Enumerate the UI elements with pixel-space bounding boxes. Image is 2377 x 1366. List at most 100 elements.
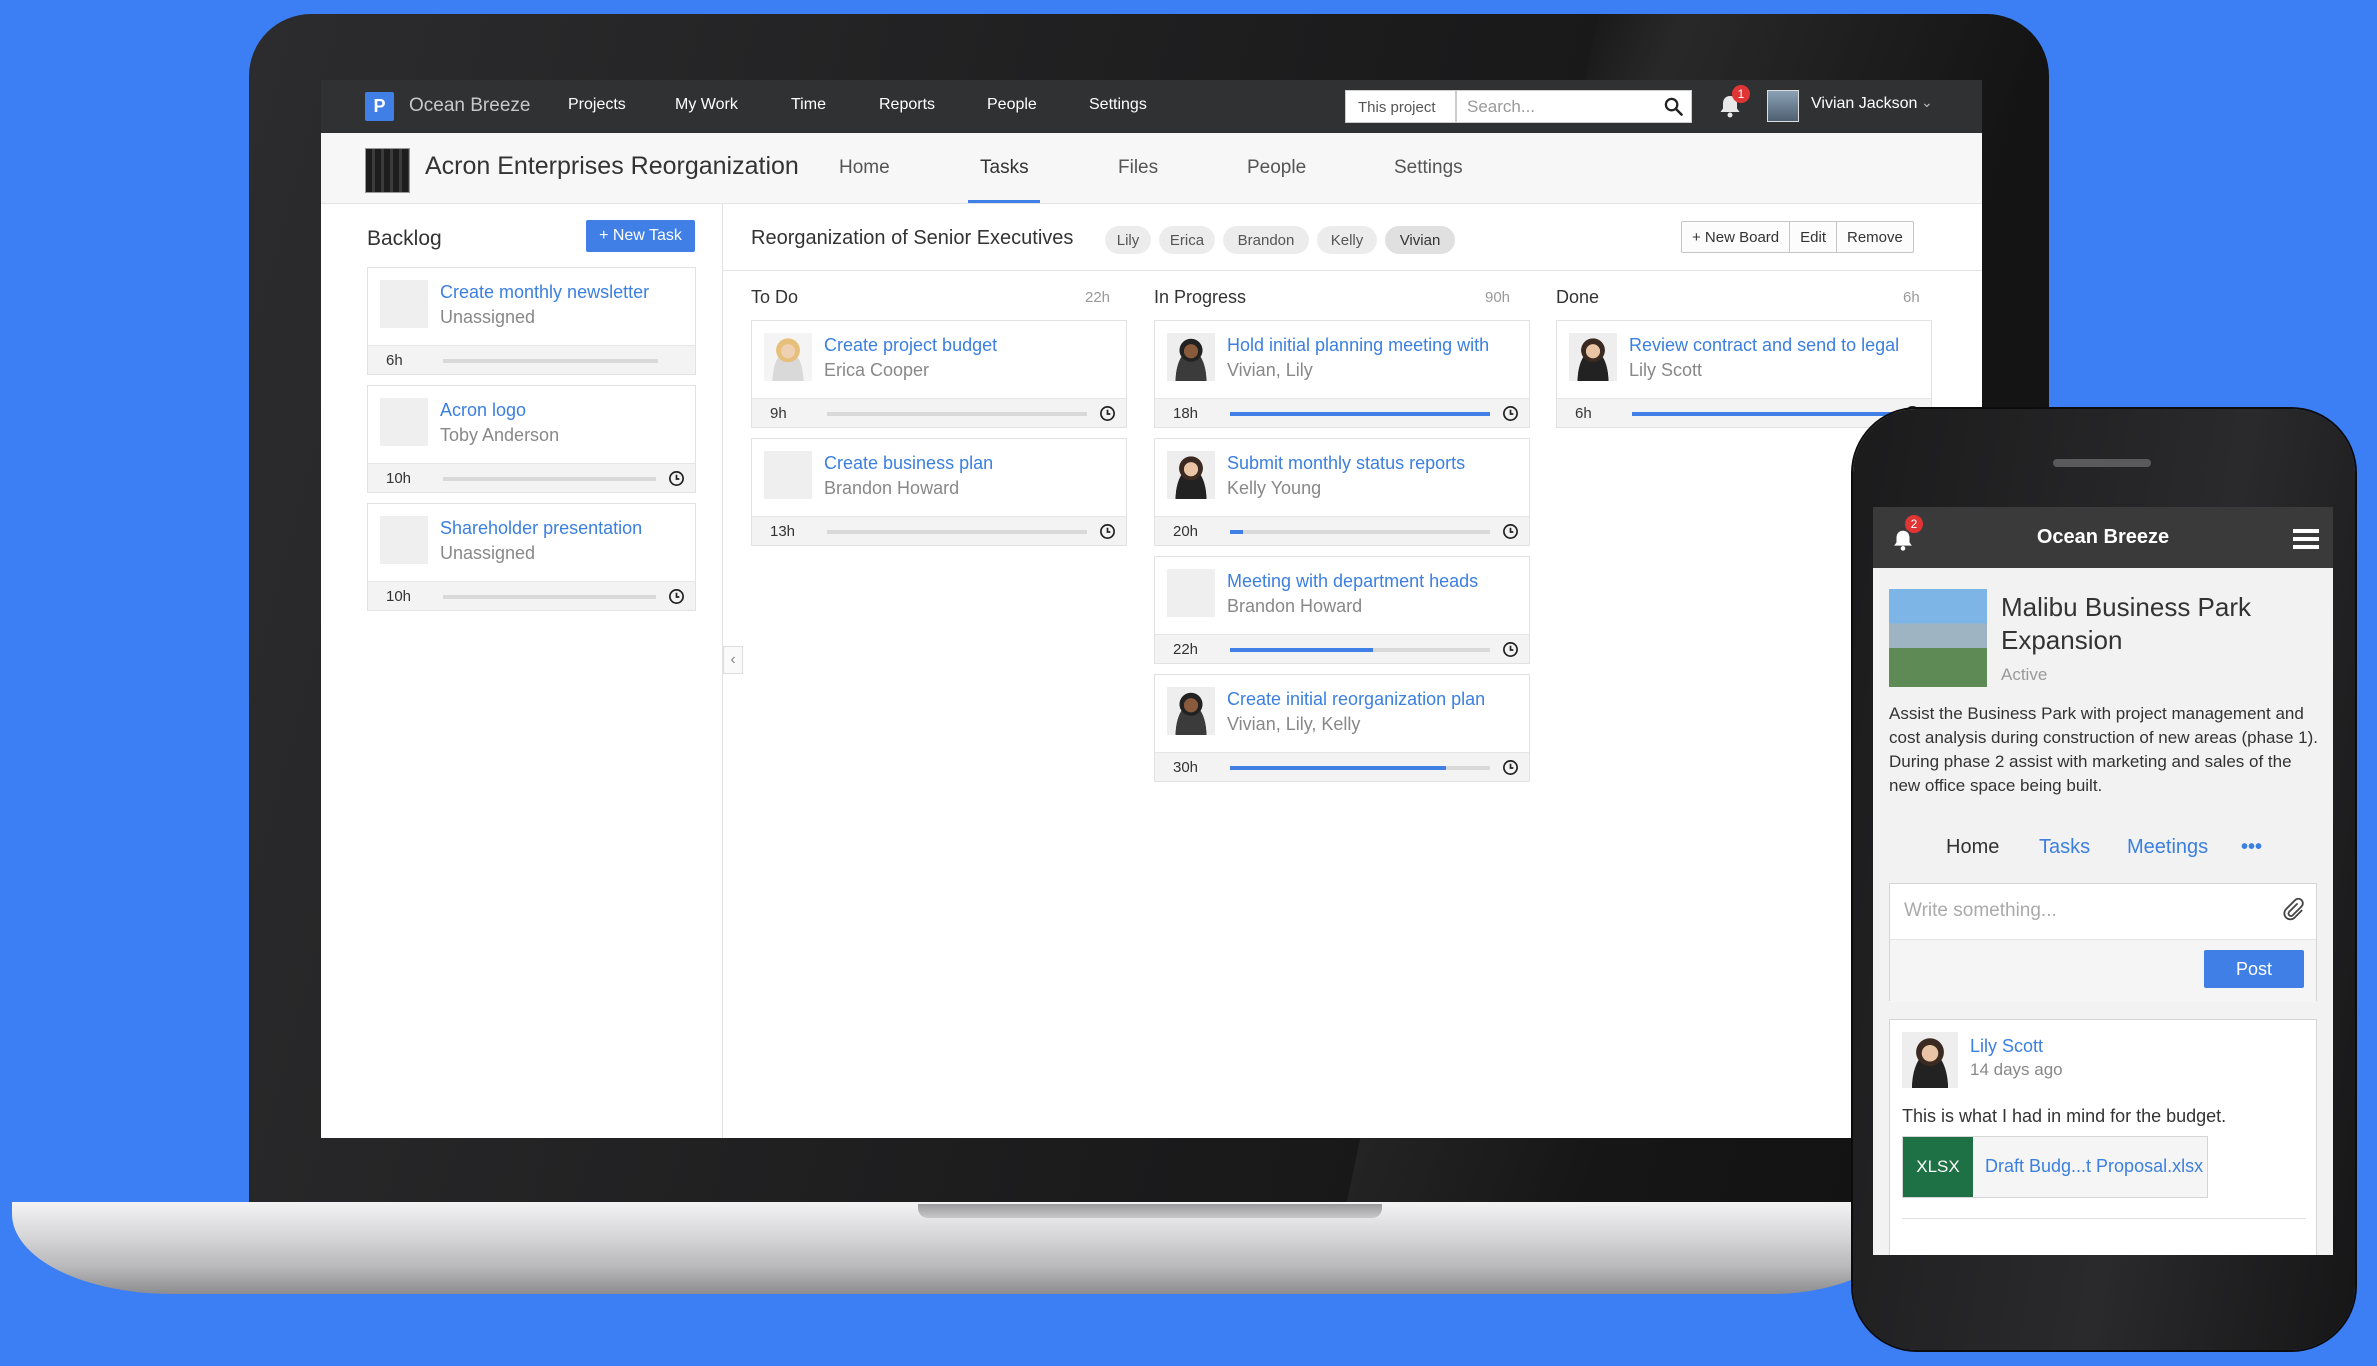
task-card[interactable]: Meeting with department heads Brandon Ho… xyxy=(1154,556,1530,664)
new-task-button[interactable]: + New Task xyxy=(586,220,695,252)
column-hours-in-progress: 90h xyxy=(1485,289,1511,306)
board-title: Reorganization of Senior Executives xyxy=(751,227,1074,249)
tab-home[interactable]: Home xyxy=(1946,836,1999,859)
task-title[interactable]: Create project budget xyxy=(824,335,997,356)
filter-chip-vivian[interactable]: Vivian xyxy=(1385,226,1455,254)
avatar xyxy=(764,451,812,499)
avatar xyxy=(1569,333,1617,381)
edit-button[interactable]: Edit xyxy=(1790,222,1837,252)
post-button[interactable]: Post xyxy=(2204,950,2304,988)
task-card[interactable]: Create project budget Erica Cooper 9h xyxy=(751,320,1127,428)
avatar-placeholder xyxy=(380,516,428,564)
task-card[interactable]: Acron logo Toby Anderson 10h xyxy=(367,385,696,493)
task-title[interactable]: Review contract and send to legal xyxy=(1629,335,1924,356)
task-card[interactable]: Create initial reorganization plan Vivia… xyxy=(1154,674,1530,782)
nav-projects[interactable]: Projects xyxy=(568,96,626,114)
clock-icon[interactable] xyxy=(668,470,685,487)
task-hours: 30h xyxy=(1173,759,1199,776)
nav-reports[interactable]: Reports xyxy=(879,96,935,114)
task-title[interactable]: Create monthly newsletter xyxy=(440,282,649,303)
avatar xyxy=(1167,451,1215,499)
filter-chip-kelly[interactable]: Kelly xyxy=(1317,226,1377,254)
project-summary: Malibu Business Park Expansion Active As… xyxy=(1873,568,2333,873)
app-logo[interactable]: P xyxy=(365,92,394,121)
task-title[interactable]: Create business plan xyxy=(824,453,993,474)
paperclip-icon[interactable] xyxy=(2282,898,2304,922)
task-card[interactable]: Hold initial planning meeting with Vivia… xyxy=(1154,320,1530,428)
progress-fill xyxy=(1230,530,1243,534)
tab-tasks[interactable]: Tasks xyxy=(980,157,1029,179)
progress-fill xyxy=(1632,412,1892,416)
menu-icon[interactable] xyxy=(2293,528,2319,550)
attachment-name[interactable]: Draft Budg...t Proposal.xlsx xyxy=(1985,1156,2203,1177)
progress-bar xyxy=(1230,412,1490,416)
nav-time[interactable]: Time xyxy=(791,96,826,114)
task-hours: 10h xyxy=(386,588,412,605)
task-card[interactable]: Create business plan Brandon Howard 13h xyxy=(751,438,1127,546)
task-footer: 10h xyxy=(368,463,695,492)
progress-fill xyxy=(1230,412,1490,416)
divider xyxy=(723,270,1982,271)
filter-chip-lily[interactable]: Lily xyxy=(1105,226,1151,254)
feed-item: Lily Scott 14 days ago This is what I ha… xyxy=(1889,1019,2317,1255)
search-input[interactable]: Search... xyxy=(1456,90,1692,123)
remove-button[interactable]: Remove xyxy=(1837,222,1913,252)
tab-files[interactable]: Files xyxy=(1118,157,1158,179)
task-card[interactable]: Submit monthly status reports Kelly Youn… xyxy=(1154,438,1530,546)
board-actions: + New Board Edit Remove xyxy=(1681,221,1914,253)
write-field[interactable]: Write something... xyxy=(1890,884,2316,940)
tab-people[interactable]: People xyxy=(1247,157,1306,179)
search-scope[interactable]: This project xyxy=(1345,90,1456,123)
top-navigation: P Ocean Breeze Projects My Work Time Rep… xyxy=(321,80,1982,133)
phone-speaker xyxy=(2053,459,2151,467)
column-title-done: Done xyxy=(1556,287,1600,307)
task-assignee: Brandon Howard xyxy=(824,478,960,498)
filter-chip-brandon[interactable]: Brandon xyxy=(1223,226,1309,254)
tab-home[interactable]: Home xyxy=(839,157,890,179)
task-card[interactable]: Create monthly newsletter Unassigned 6h xyxy=(367,267,696,375)
clock-icon[interactable] xyxy=(1099,405,1116,422)
tab-meetings[interactable]: Meetings xyxy=(2127,836,2208,859)
task-card[interactable]: Shareholder presentation Unassigned 10h xyxy=(367,503,696,611)
avatar[interactable] xyxy=(1767,90,1799,122)
task-card[interactable]: Review contract and send to legal Lily S… xyxy=(1556,320,1932,428)
chevron-down-icon[interactable]: ⌄ xyxy=(1921,94,1933,111)
notification-badge: 1 xyxy=(1732,85,1750,103)
task-title[interactable]: Shareholder presentation xyxy=(440,518,642,539)
tab-tasks[interactable]: Tasks xyxy=(2039,836,2090,859)
page-title: Acron Enterprises Reorganization xyxy=(425,152,799,180)
progress-fill xyxy=(1230,648,1373,652)
task-assignee: Erica Cooper xyxy=(824,360,930,380)
brand-name[interactable]: Ocean Breeze xyxy=(409,95,530,117)
more-icon[interactable]: ••• xyxy=(2241,836,2262,859)
task-title[interactable]: Meeting with department heads xyxy=(1227,571,1478,592)
clock-icon[interactable] xyxy=(1502,641,1519,658)
avatar xyxy=(764,333,812,381)
project-title: Malibu Business Park Expansion xyxy=(2001,592,2251,655)
task-title[interactable]: Create initial reorganization plan xyxy=(1227,689,1485,710)
search-icon[interactable] xyxy=(1664,97,1683,116)
clock-icon[interactable] xyxy=(1502,405,1519,422)
user-name[interactable]: Vivian Jackson xyxy=(1811,95,1917,113)
tab-settings[interactable]: Settings xyxy=(1394,157,1463,179)
task-hours: 22h xyxy=(1173,641,1199,658)
backlog-panel: Backlog + New Task Create monthly newsle… xyxy=(321,204,723,1138)
backlog-title: Backlog xyxy=(367,227,442,250)
task-title[interactable]: Hold initial planning meeting with xyxy=(1227,335,1517,356)
feed-author[interactable]: Lily Scott xyxy=(1970,1036,2043,1057)
new-board-button[interactable]: + New Board xyxy=(1682,222,1791,252)
task-assignee: Vivian, Lily, Kelly xyxy=(1227,714,1361,734)
filter-chip-erica[interactable]: Erica xyxy=(1159,226,1215,254)
attachment[interactable]: XLSX Draft Budg...t Proposal.xlsx xyxy=(1902,1136,2208,1198)
clock-icon[interactable] xyxy=(668,588,685,605)
clock-icon[interactable] xyxy=(1502,523,1519,540)
nav-settings[interactable]: Settings xyxy=(1089,96,1147,114)
nav-my-work[interactable]: My Work xyxy=(675,96,738,114)
avatar xyxy=(380,398,428,446)
clock-icon[interactable] xyxy=(1502,759,1519,776)
avatar xyxy=(1167,687,1215,735)
nav-people[interactable]: People xyxy=(987,96,1037,114)
task-title[interactable]: Acron logo xyxy=(440,400,526,421)
task-title[interactable]: Submit monthly status reports xyxy=(1227,453,1465,474)
clock-icon[interactable] xyxy=(1099,523,1116,540)
